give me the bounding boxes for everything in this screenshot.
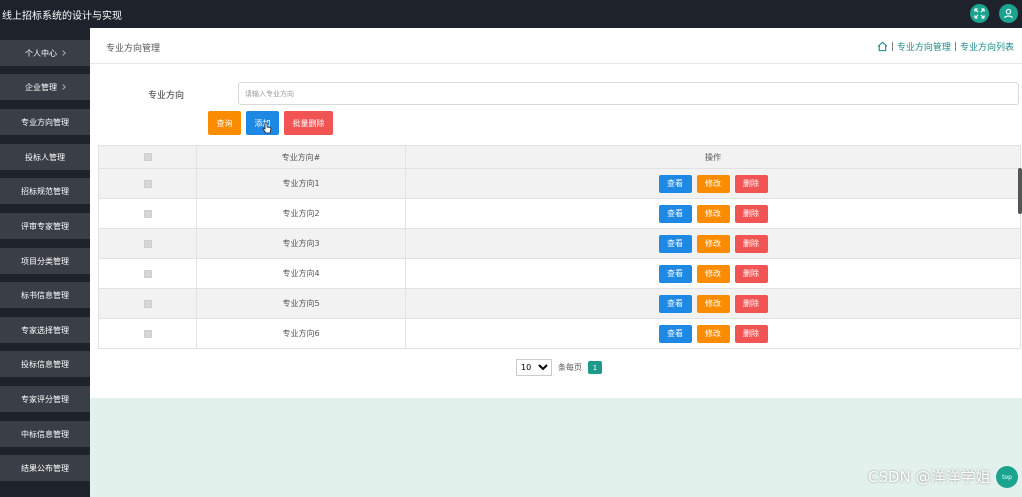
edit-button[interactable]: 修改 (696, 234, 730, 253)
sidebar-item-major-direction[interactable]: 专业方向管理 (0, 109, 90, 135)
main-content: 专业方向管理 | 专业方向管理 | 专业方向列表 专业方向 查询 添加 批量删除… (90, 28, 1022, 497)
sidebar-item-personal-center[interactable]: 个人中心 (0, 40, 90, 66)
view-button[interactable]: 查看 (658, 234, 692, 253)
table-row: 专业方向4 查看 修改 删除 (98, 258, 1021, 289)
sidebar-item-winning-bid[interactable]: 中标信息管理 (0, 421, 90, 447)
breadcrumb-current: 专业方向列表 (959, 43, 1014, 53)
row-checkbox[interactable] (143, 269, 152, 278)
delete-button[interactable]: 删除 (734, 174, 768, 193)
per-page-label: 条每页 (558, 363, 582, 372)
view-button[interactable]: 查看 (658, 324, 692, 343)
delete-button[interactable]: 删除 (734, 234, 768, 253)
select-all-header[interactable] (98, 145, 197, 169)
sidebar-item-tender-spec[interactable]: 招标规范管理 (0, 178, 90, 204)
sidebar-item-enterprise[interactable]: 企业管理 (0, 74, 90, 100)
delete-button[interactable]: 删除 (734, 294, 768, 313)
search-label: 专业方向 (148, 91, 185, 101)
batch-delete-button[interactable]: 批量删除 (284, 111, 333, 135)
breadcrumb-separator: | (953, 41, 957, 52)
table-row: 专业方向6 查看 修改 删除 (98, 318, 1021, 349)
chevron-icon (60, 84, 66, 90)
table-row: 专业方向2 查看 修改 删除 (98, 198, 1021, 229)
watermark: CSDN @洋洋学姐 (868, 468, 991, 486)
breadcrumb-separator: | (890, 41, 894, 52)
delete-button[interactable]: 删除 (734, 204, 768, 223)
breadcrumb-link-major-direction[interactable]: 专业方向管理 (897, 40, 951, 53)
view-button[interactable]: 查看 (658, 174, 692, 193)
cell-name: 专业方向2 (196, 198, 406, 229)
page-size-select[interactable]: 10 (516, 359, 552, 376)
pagination: 10 条每页 1 (516, 359, 602, 376)
edit-button[interactable]: 修改 (696, 264, 730, 283)
table-row: 专业方向1 查看 修改 删除 (98, 168, 1021, 199)
row-checkbox[interactable] (143, 239, 152, 248)
home-icon[interactable] (877, 41, 888, 52)
sidebar-item-expert-selection[interactable]: 专家选择管理 (0, 317, 90, 343)
row-checkbox[interactable] (143, 299, 152, 308)
cell-name: 专业方向5 (196, 288, 406, 319)
scrollbar-thumb[interactable] (1018, 168, 1022, 214)
chevron-icon (60, 50, 66, 56)
page-title: 专业方向管理 (106, 44, 161, 54)
cell-name: 专业方向4 (196, 258, 406, 289)
cell-name: 专业方向3 (196, 228, 406, 259)
view-button[interactable]: 查看 (658, 204, 692, 223)
row-checkbox[interactable] (143, 329, 152, 338)
cell-name: 专业方向1 (196, 168, 406, 199)
edit-button[interactable]: 修改 (696, 204, 730, 223)
sidebar-item-review-expert[interactable]: 评审专家管理 (0, 213, 90, 239)
query-button[interactable]: 查询 (208, 111, 241, 135)
sidebar-item-bidder[interactable]: 投标人管理 (0, 144, 90, 170)
cell-name: 专业方向6 (196, 318, 406, 349)
page-number-current[interactable]: 1 (588, 361, 602, 374)
hand-cursor-icon (262, 122, 272, 134)
row-checkbox[interactable] (143, 209, 152, 218)
sidebar: 个人中心 企业管理 专业方向管理 投标人管理 招标规范管理 评审专家管理 项目分… (0, 28, 90, 497)
edit-button[interactable]: 修改 (696, 174, 730, 193)
breadcrumb-bar: 专业方向管理 | 专业方向管理 | 专业方向列表 (90, 28, 1022, 64)
edit-button[interactable]: 修改 (696, 324, 730, 343)
breadcrumb: | 专业方向管理 | 专业方向列表 (877, 40, 1014, 53)
view-button[interactable]: 查看 (658, 264, 692, 283)
search-input[interactable] (238, 82, 1019, 105)
table-row: 专业方向3 查看 修改 删除 (98, 228, 1021, 259)
fullscreen-icon[interactable] (970, 4, 989, 23)
row-checkbox[interactable] (143, 179, 152, 188)
edit-button[interactable]: 修改 (696, 294, 730, 313)
sidebar-item-bid-info[interactable]: 投标信息管理 (0, 351, 90, 377)
view-button[interactable]: 查看 (658, 294, 692, 313)
delete-button[interactable]: 删除 (734, 264, 768, 283)
delete-button[interactable]: 删除 (734, 324, 768, 343)
select-all-checkbox[interactable] (143, 153, 152, 161)
table-row: 专业方向5 查看 修改 删除 (98, 288, 1021, 319)
column-header-actions: 操作 (405, 145, 1021, 169)
sidebar-item-expert-score[interactable]: 专家评分管理 (0, 386, 90, 412)
table-header-row: 专业方向# 操作 (98, 145, 1021, 169)
top-bar: 线上招标系统的设计与实现 (0, 0, 1022, 28)
app-title: 线上招标系统的设计与实现 (2, 11, 122, 22)
back-to-top-button[interactable]: top (996, 466, 1018, 488)
column-header-name[interactable]: 专业方向# (196, 145, 406, 169)
sidebar-item-result-publish[interactable]: 结果公布管理 (0, 455, 90, 481)
data-table: 专业方向# 操作 专业方向1 查看 修改 删除 专业方向2 查看 修改 删除 专业方向3… (98, 145, 1021, 349)
sidebar-item-bid-document[interactable]: 标书信息管理 (0, 282, 90, 308)
sidebar-item-project-category[interactable]: 项目分类管理 (0, 248, 90, 274)
user-icon[interactable] (999, 4, 1018, 23)
